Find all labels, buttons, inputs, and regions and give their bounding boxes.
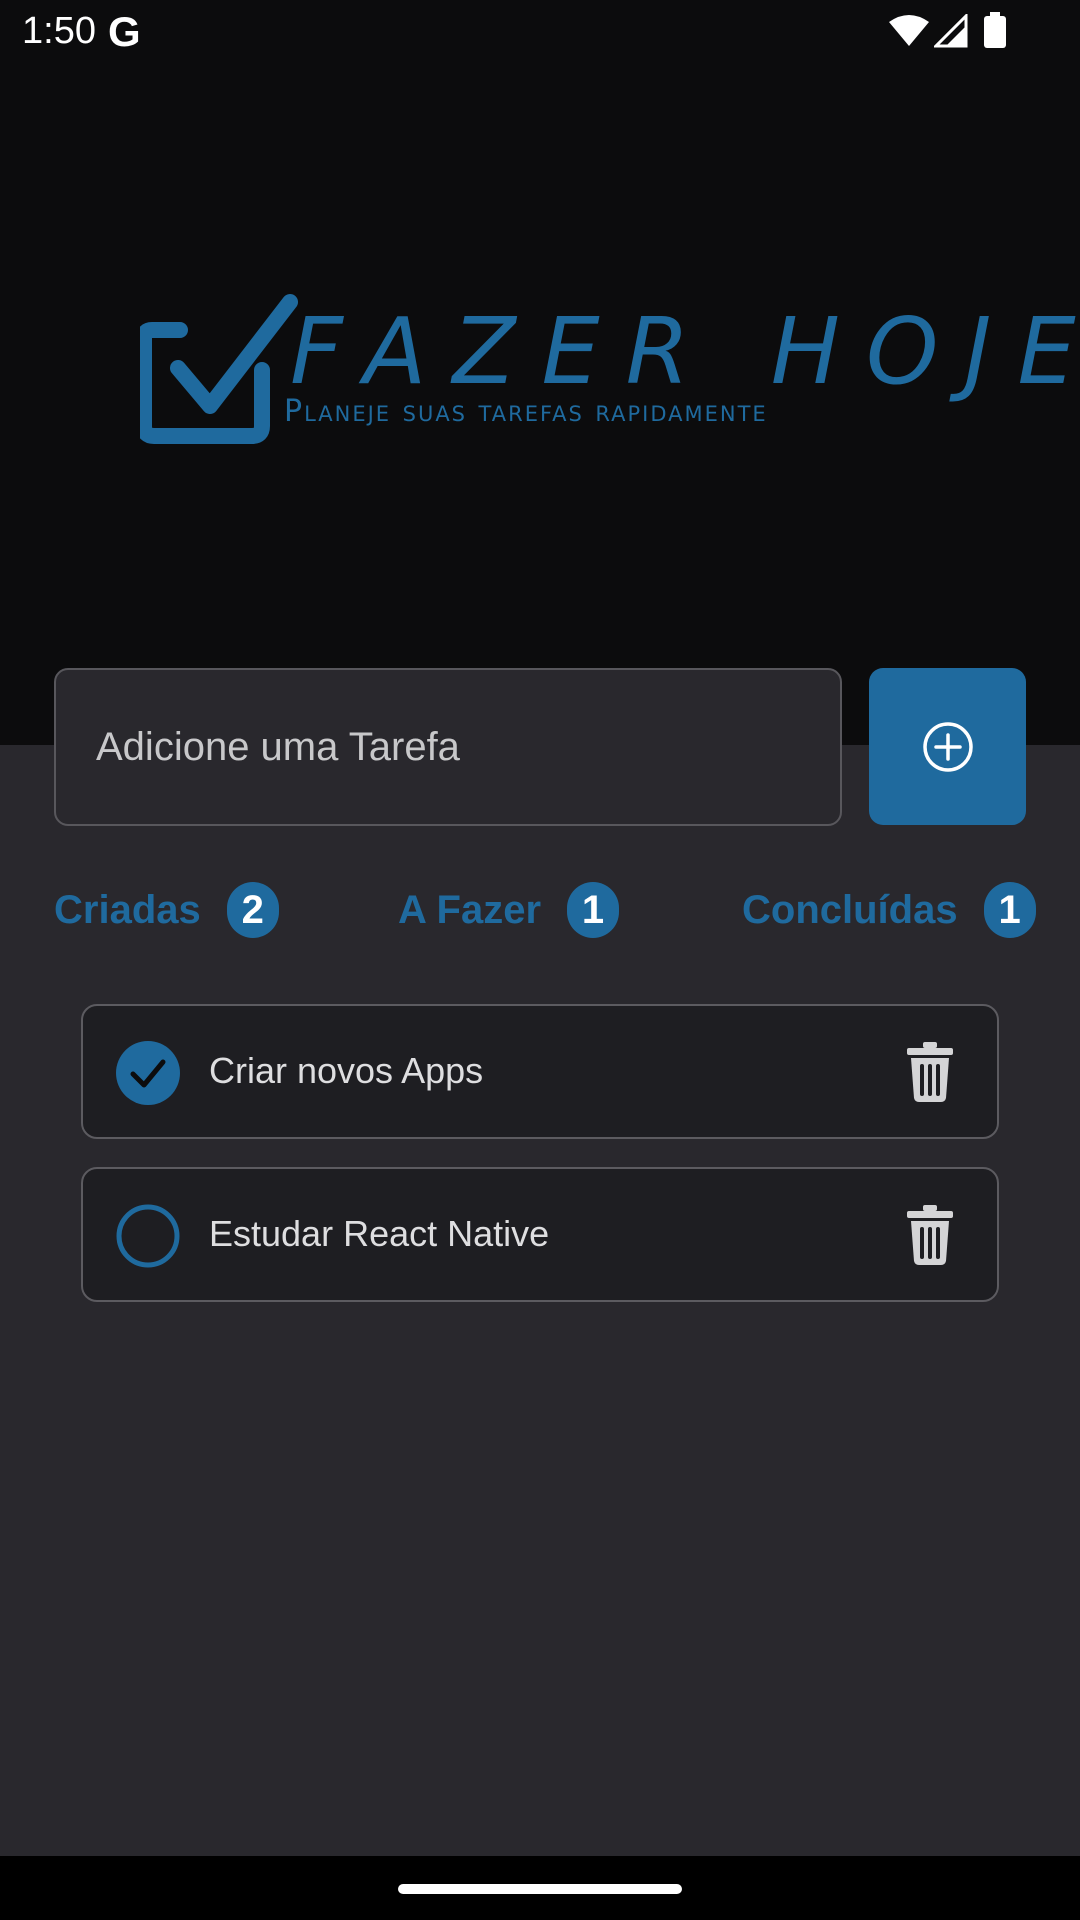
unchecked-circle-icon[interactable]: [115, 1203, 181, 1269]
trash-icon[interactable]: [905, 1205, 955, 1265]
counter-done: Concluídas 1: [742, 880, 1036, 940]
logo-title: FAZER HOJE: [290, 298, 1080, 405]
counter-badge: 2: [226, 882, 279, 938]
add-task-button[interactable]: [869, 668, 1026, 825]
task-item: Estudar React Native: [81, 1167, 999, 1302]
task-item: Criar novos Apps: [81, 1004, 999, 1139]
counter-todo: A Fazer 1: [398, 880, 620, 940]
status-bar: 1:50 G: [0, 0, 1080, 64]
trash-icon[interactable]: [905, 1042, 955, 1102]
task-text: Estudar React Native: [209, 1213, 550, 1254]
battery-icon: [984, 12, 1006, 48]
status-time: 1:50: [22, 10, 96, 52]
counter-badge: 1: [983, 882, 1036, 938]
logo-subtitle: Planeje suas tarefas rapidamente: [284, 394, 768, 429]
signal-icon: [934, 14, 968, 48]
app-logo: FAZER HOJE Planeje suas tarefas rapidame…: [140, 290, 1076, 460]
counter-label: Concluídas: [742, 887, 958, 932]
plus-circle-icon: [922, 721, 973, 772]
counter-label: A Fazer: [398, 887, 542, 932]
home-gesture-handle[interactable]: [398, 1884, 682, 1894]
task-text: Criar novos Apps: [209, 1050, 484, 1091]
task-input[interactable]: [54, 668, 842, 826]
wifi-icon: [889, 15, 929, 46]
navigation-bar: [0, 1856, 1080, 1920]
counter-created: Criadas 2: [54, 880, 279, 940]
counter-badge: 1: [567, 882, 620, 938]
counter-label: Criadas: [54, 887, 201, 932]
check-box-icon: [140, 294, 298, 444]
checked-circle-icon[interactable]: [115, 1040, 181, 1106]
google-icon: G: [108, 8, 141, 55]
